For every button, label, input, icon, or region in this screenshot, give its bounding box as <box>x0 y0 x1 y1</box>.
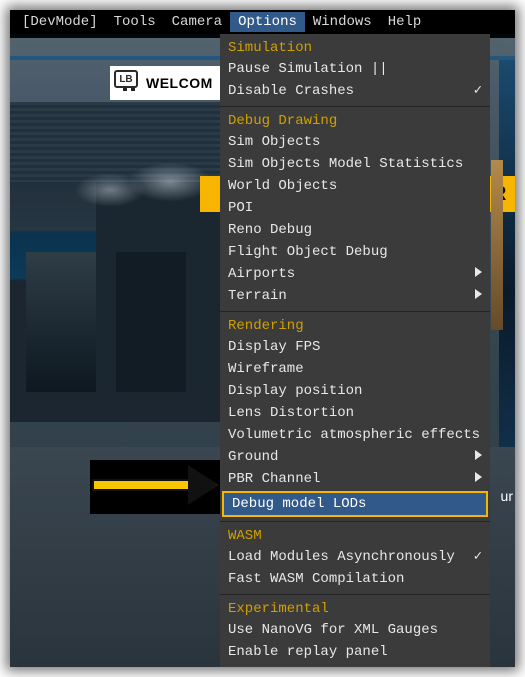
section-experimental: Experimental <box>220 599 490 619</box>
item-flight-object-debug[interactable]: Flight Object Debug <box>220 241 490 263</box>
menu-tools[interactable]: Tools <box>106 12 164 32</box>
item-wireframe[interactable]: Wireframe <box>220 358 490 380</box>
item-terrain[interactable]: Terrain <box>220 285 490 307</box>
item-enable-replay-panel[interactable]: Enable replay panel <box>220 641 490 663</box>
item-label: POI <box>228 199 253 217</box>
item-label: Disable Crashes <box>228 82 354 100</box>
item-label: World Objects <box>228 177 337 195</box>
section-rendering: Rendering <box>220 316 490 336</box>
item-label: PBR Channel <box>228 470 320 488</box>
item-label: Pause Simulation || <box>228 60 388 78</box>
item-lens-distortion[interactable]: Lens Distortion <box>220 402 490 424</box>
item-reno-debug[interactable]: Reno Debug <box>220 219 490 241</box>
options-dropdown: Simulation Pause Simulation || Disable C… <box>220 34 490 667</box>
divider <box>220 106 490 107</box>
item-label: Ground <box>228 448 278 466</box>
menu-camera[interactable]: Camera <box>164 12 230 32</box>
menu-bar: [DevMode] Tools Camera Options Windows H… <box>10 10 515 34</box>
item-label: Terrain <box>228 287 287 305</box>
side-stripe <box>491 160 503 330</box>
item-label: Display FPS <box>228 338 320 356</box>
item-fast-wasm-compilation[interactable]: Fast WASM Compilation <box>220 568 490 590</box>
item-label: Wireframe <box>228 360 304 378</box>
app-window: R JOURNEY H R WELCOM LB ur [DevMode] Too… <box>10 10 515 667</box>
item-label: Lens Distortion <box>228 404 354 422</box>
item-nanovg-xml-gauges[interactable]: Use NanoVG for XML Gauges <box>220 619 490 641</box>
submenu-arrow-icon <box>469 287 482 305</box>
item-display-fps[interactable]: Display FPS <box>220 336 490 358</box>
item-disable-crashes[interactable]: Disable Crashes <box>220 80 490 102</box>
menu-help[interactable]: Help <box>380 12 430 32</box>
submenu-arrow-icon <box>469 448 482 466</box>
item-label: Volumetric atmospheric effects <box>228 426 480 444</box>
item-volumetric-atmos[interactable]: Volumetric atmospheric effects <box>220 424 490 446</box>
item-pause-simulation[interactable]: Pause Simulation || <box>220 58 490 80</box>
side-text-fragment: ur <box>501 488 513 504</box>
item-ground[interactable]: Ground <box>220 446 490 468</box>
item-label: Reno Debug <box>228 221 312 239</box>
item-load-modules-async[interactable]: Load Modules Asynchronously <box>220 546 490 568</box>
submenu-arrow-icon <box>469 470 482 488</box>
menu-windows[interactable]: Windows <box>305 12 380 32</box>
item-label: Display position <box>228 382 362 400</box>
section-simulation: Simulation <box>220 38 490 58</box>
item-label: Sim Objects <box>228 133 320 151</box>
item-display-position[interactable]: Display position <box>220 380 490 402</box>
item-pbr-channel[interactable]: PBR Channel <box>220 468 490 490</box>
divider <box>220 594 490 595</box>
item-world-objects[interactable]: World Objects <box>220 175 490 197</box>
lb-badge: LB <box>114 70 138 88</box>
divider <box>220 311 490 312</box>
item-airports[interactable]: Airports <box>220 263 490 285</box>
welcome-label: WELCOM <box>146 75 213 91</box>
check-icon <box>468 82 482 100</box>
section-debug-drawing: Debug Drawing <box>220 111 490 131</box>
section-wasm: WASM <box>220 526 490 546</box>
item-label: Sim Objects Model Statistics <box>228 155 463 173</box>
item-label: Use NanoVG for XML Gauges <box>228 621 438 639</box>
item-label: Enable replay panel <box>228 643 388 661</box>
highlighted-item-wrap: Debug model LODs <box>222 491 488 517</box>
submenu-arrow-icon <box>469 265 482 283</box>
check-icon <box>468 548 482 566</box>
item-label: Debug model LODs <box>232 495 366 513</box>
item-sim-objects[interactable]: Sim Objects <box>220 131 490 153</box>
divider <box>220 521 490 522</box>
item-label: Airports <box>228 265 295 283</box>
item-label: Fast WASM Compilation <box>228 570 404 588</box>
item-debug-model-lods[interactable]: Debug model LODs <box>224 493 486 515</box>
item-sim-objects-stats[interactable]: Sim Objects Model Statistics <box>220 153 490 175</box>
item-label: Flight Object Debug <box>228 243 388 261</box>
item-label: Load Modules Asynchronously <box>228 548 455 566</box>
arrow-backdrop <box>90 460 224 514</box>
menu-devmode[interactable]: [DevMode] <box>14 12 106 32</box>
menu-options[interactable]: Options <box>230 12 305 32</box>
item-poi[interactable]: POI <box>220 197 490 219</box>
